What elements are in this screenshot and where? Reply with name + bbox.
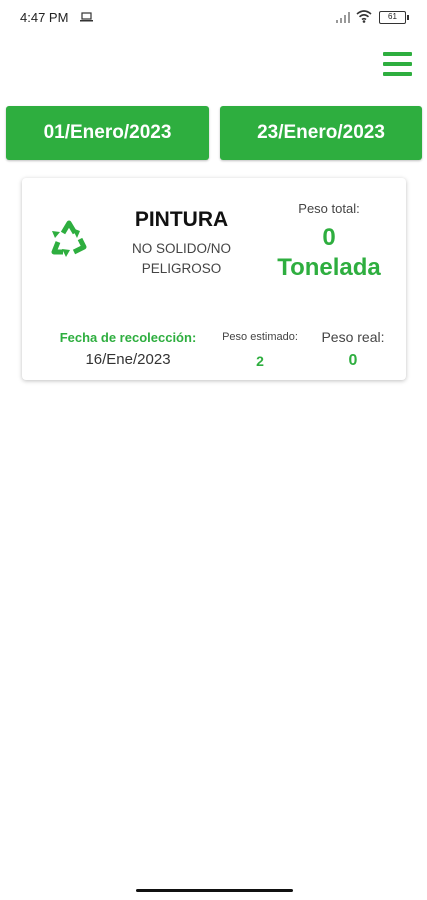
hamburger-menu-icon[interactable]	[383, 52, 412, 76]
total-weight-label: Peso total:	[298, 201, 360, 216]
real-weight-label: Peso real:	[321, 329, 385, 345]
status-bar: 4:47 PM 61	[0, 0, 427, 36]
collection-date: 16/Ene/2023	[85, 351, 171, 368]
collection-date-label: Fecha de recolección:	[59, 330, 197, 345]
total-weight-number: 0	[322, 224, 336, 251]
real-weight-value: 0	[348, 352, 358, 369]
estimated-weight-label: Peso estimado:	[222, 331, 298, 343]
waste-name: PINTURA	[134, 208, 229, 231]
waste-type: NO SOLIDO/NO PELIGROSO	[131, 241, 231, 276]
total-weight-unit: Tonelada	[277, 254, 381, 281]
wifi-icon	[356, 10, 372, 23]
start-date-button[interactable]: 01/Enero/2023	[6, 106, 209, 160]
status-time: 4:47 PM	[20, 10, 69, 25]
end-date-button[interactable]: 23/Enero/2023	[220, 106, 422, 160]
signal-icon	[336, 12, 350, 23]
estimated-weight-value: 2	[256, 353, 264, 369]
home-indicator[interactable]	[136, 889, 293, 892]
battery-icon: 61	[379, 11, 409, 24]
total-weight-value: 0 Tonelada	[265, 223, 393, 283]
waste-card[interactable]: PINTURA NO SOLIDO/NO PELIGROSO Peso tota…	[22, 178, 406, 380]
laptop-icon	[80, 12, 93, 22]
recycle-icon	[51, 220, 87, 257]
